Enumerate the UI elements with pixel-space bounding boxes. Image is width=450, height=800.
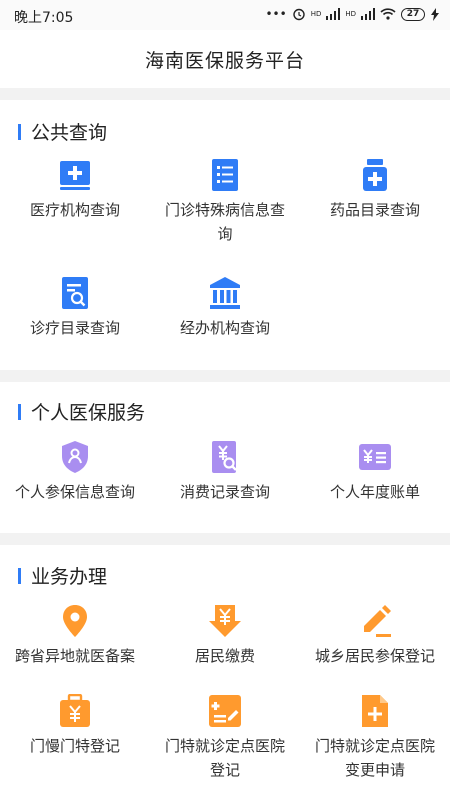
section-title-public-query: 公共查询 xyxy=(18,118,107,145)
document-search-icon xyxy=(62,277,88,309)
item-label: 城乡居民参保登记 xyxy=(314,647,435,665)
status-time: 晚上7:05 xyxy=(14,10,74,26)
item-label: 医疗机构查询 xyxy=(29,201,120,219)
battery-icon: 27 xyxy=(401,7,425,21)
annual-bill-button[interactable]: 个人年度账单 xyxy=(300,440,450,504)
section-title-personal: 个人医保服务 xyxy=(18,398,145,425)
signal-icon-1 xyxy=(326,8,341,20)
section-title-business: 业务办理 xyxy=(18,562,107,589)
item-label: 个人年度账单 xyxy=(329,483,420,501)
cross-province-filing-button[interactable]: 跨省异地就医备案 xyxy=(0,604,150,668)
section-divider xyxy=(0,533,450,545)
designated-hospital-change-button[interactable]: 门特就诊定点医院变更申请 xyxy=(300,694,450,782)
alarm-icon xyxy=(292,8,305,21)
institution-building-icon xyxy=(210,277,240,309)
agency-query-button[interactable]: 经办机构查询 xyxy=(150,276,300,340)
section-marker xyxy=(18,403,21,420)
section-marker xyxy=(18,123,21,140)
item-label: 诊疗目录查询 xyxy=(29,319,120,337)
status-icons: ••• HD HD 27 xyxy=(265,7,440,21)
page-title: 海南医保服务平台 xyxy=(144,49,305,72)
yuan-download-icon xyxy=(209,605,241,637)
yuan-search-icon xyxy=(212,441,237,473)
app-header: 海南医保服务平台 xyxy=(0,30,450,88)
personal-insurance-info-query-button[interactable]: 个人参保信息查询 xyxy=(0,440,150,504)
designated-hospital-registration-button[interactable]: 门特就诊定点医院登记 xyxy=(150,694,300,782)
hd-label-1: HD xyxy=(310,10,322,18)
item-label: 门诊特殊病信息查询 xyxy=(164,201,285,243)
edit-pen-icon xyxy=(364,605,391,637)
drug-catalog-query-button[interactable]: 药品目录查询 xyxy=(300,158,450,222)
section-marker xyxy=(18,567,21,584)
charging-icon xyxy=(431,7,439,21)
medical-institution-query-button[interactable]: 医疗机构查询 xyxy=(0,158,150,222)
section-divider xyxy=(0,370,450,382)
item-label: 药品目录查询 xyxy=(329,201,420,219)
location-pin-icon xyxy=(63,605,87,637)
section-title-text: 个人医保服务 xyxy=(31,402,146,424)
signal-icon-2 xyxy=(361,8,375,20)
document-plus-icon xyxy=(362,695,388,727)
medicine-bottle-icon xyxy=(363,159,387,191)
item-label: 经办机构查询 xyxy=(179,319,270,337)
yuan-bill-icon xyxy=(359,444,391,470)
hd-label-2: HD xyxy=(345,10,356,18)
section-title-text: 公共查询 xyxy=(31,122,108,144)
item-label: 门特就诊定点医院变更申请 xyxy=(314,737,435,779)
resident-payment-button[interactable]: 居民缴费 xyxy=(150,604,300,668)
item-label: 门慢门特登记 xyxy=(29,737,120,755)
item-label: 居民缴费 xyxy=(194,647,255,665)
form-edit-icon xyxy=(209,695,241,727)
user-shield-icon xyxy=(62,441,88,473)
list-icon xyxy=(212,159,238,191)
outpatient-special-disease-query-button[interactable]: 门诊特殊病信息查询 xyxy=(150,158,300,246)
item-label: 跨省异地就医备案 xyxy=(14,647,135,665)
item-label: 个人参保信息查询 xyxy=(14,483,135,501)
consumption-record-query-button[interactable]: 消费记录查询 xyxy=(150,440,300,504)
section-divider xyxy=(0,88,450,100)
status-bar: 晚上7:05 ••• HD HD 27 xyxy=(0,0,450,30)
item-label: 消费记录查询 xyxy=(179,483,270,501)
wifi-icon xyxy=(380,8,396,20)
urban-rural-enrollment-button[interactable]: 城乡居民参保登记 xyxy=(300,604,450,668)
hospital-plus-icon xyxy=(60,161,90,190)
more-dots: ••• xyxy=(265,7,287,21)
item-label: 门特就诊定点医院登记 xyxy=(164,737,285,779)
chronic-special-registration-button[interactable]: 门慢门特登记 xyxy=(0,694,150,758)
section-title-text: 业务办理 xyxy=(31,566,108,588)
yuan-briefcase-icon xyxy=(60,694,90,727)
treatment-catalog-query-button[interactable]: 诊疗目录查询 xyxy=(0,276,150,340)
